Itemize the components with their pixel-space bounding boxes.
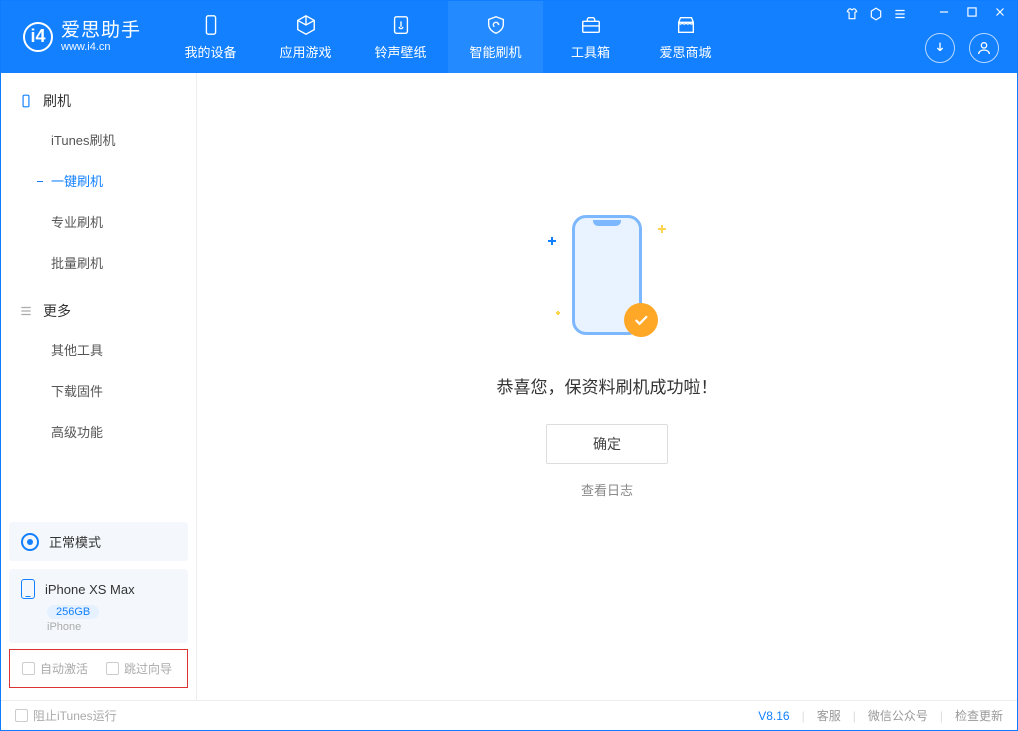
sidebar-group-flash: 刷机 — [1, 73, 196, 119]
list-icon — [19, 304, 33, 318]
phone-outline-icon — [21, 579, 35, 599]
header-right-actions — [925, 33, 999, 63]
mode-card[interactable]: 正常模式 — [9, 522, 188, 561]
music-icon — [390, 14, 412, 36]
sidebar-item-advanced[interactable]: 高级功能 — [1, 411, 196, 452]
nav-tabs: 我的设备 应用游戏 铃声壁纸 智能刷机 工具箱 爱思商城 — [163, 1, 733, 73]
titlebar-extra — [845, 7, 907, 21]
checkbox-icon — [15, 709, 28, 722]
tab-ringtones[interactable]: 铃声壁纸 — [353, 1, 448, 73]
checkbox-block-itunes[interactable]: 阻止iTunes运行 — [15, 707, 117, 724]
mode-label: 正常模式 — [49, 532, 101, 551]
tab-apps-games[interactable]: 应用游戏 — [258, 1, 353, 73]
sidebar-item-download-fw[interactable]: 下载固件 — [1, 370, 196, 411]
app-logo[interactable]: i4 爱思助手 www.i4.cn — [1, 21, 163, 54]
close-icon[interactable] — [993, 5, 1007, 19]
sidebar-item-batch-flash[interactable]: 批量刷机 — [1, 242, 196, 283]
device-name: iPhone XS Max — [45, 582, 135, 597]
store-icon — [675, 14, 697, 36]
ok-button[interactable]: 确定 — [546, 424, 668, 464]
sidebar-item-oneclick-flash[interactable]: 一键刷机 — [1, 160, 196, 201]
sidebar-item-pro-flash[interactable]: 专业刷机 — [1, 201, 196, 242]
app-url: www.i4.cn — [61, 41, 141, 53]
checkbox-icon — [106, 662, 119, 675]
download-button[interactable] — [925, 33, 955, 63]
app-header: i4 爱思助手 www.i4.cn 我的设备 应用游戏 铃声壁纸 智能刷机 工具… — [1, 1, 1017, 73]
app-title: 爱思助手 — [61, 21, 141, 42]
sidebar-item-other-tools[interactable]: 其他工具 — [1, 329, 196, 370]
check-badge-icon — [624, 303, 658, 337]
minimize-icon[interactable] — [937, 5, 951, 19]
window-controls — [937, 5, 1007, 19]
checkbox-skip-wizard[interactable]: 跳过向导 — [106, 660, 172, 677]
sidebar: 刷机 iTunes刷机 一键刷机 专业刷机 批量刷机 更多 其他工具 下载固件 … — [1, 73, 197, 700]
mode-icon — [21, 533, 39, 551]
tshirt-icon[interactable] — [845, 7, 859, 21]
toolbox-icon — [580, 14, 602, 36]
device-type: iPhone — [47, 621, 176, 633]
footer-link-update[interactable]: 检查更新 — [955, 707, 1003, 724]
tab-smart-flash[interactable]: 智能刷机 — [448, 1, 543, 73]
success-message: 恭喜您，保资料刷机成功啦！ — [497, 373, 718, 398]
logo-icon: i4 — [23, 22, 53, 52]
menu-icon[interactable] — [893, 7, 907, 21]
version-label: V8.16 — [758, 709, 789, 723]
checkbox-auto-activate[interactable]: 自动激活 — [22, 660, 88, 677]
footer-link-support[interactable]: 客服 — [817, 707, 841, 724]
refresh-shield-icon — [485, 14, 507, 36]
maximize-icon[interactable] — [965, 5, 979, 19]
download-icon — [932, 40, 948, 56]
status-bar: 阻止iTunes运行 V8.16 | 客服 | 微信公众号 | 检查更新 — [1, 700, 1017, 730]
cube-icon — [295, 14, 317, 36]
user-button[interactable] — [969, 33, 999, 63]
success-illustration — [562, 215, 652, 345]
device-card[interactable]: iPhone XS Max 256GB iPhone — [9, 569, 188, 643]
tab-my-device[interactable]: 我的设备 — [163, 1, 258, 73]
main-content: 恭喜您，保资料刷机成功啦！ 确定 查看日志 — [197, 73, 1017, 700]
footer-link-wechat[interactable]: 微信公众号 — [868, 707, 928, 724]
tab-toolbox[interactable]: 工具箱 — [543, 1, 638, 73]
sidebar-item-itunes-flash[interactable]: iTunes刷机 — [1, 119, 196, 160]
device-capacity: 256GB — [47, 605, 99, 619]
options-highlight-box: 自动激活 跳过向导 — [9, 649, 188, 688]
device-icon — [19, 94, 33, 108]
sidebar-group-more: 更多 — [1, 283, 196, 329]
user-icon — [976, 40, 992, 56]
tab-store[interactable]: 爱思商城 — [638, 1, 733, 73]
view-log-link[interactable]: 查看日志 — [581, 480, 633, 499]
phone-icon — [200, 14, 222, 36]
hex-icon[interactable] — [869, 7, 883, 21]
checkbox-icon — [22, 662, 35, 675]
